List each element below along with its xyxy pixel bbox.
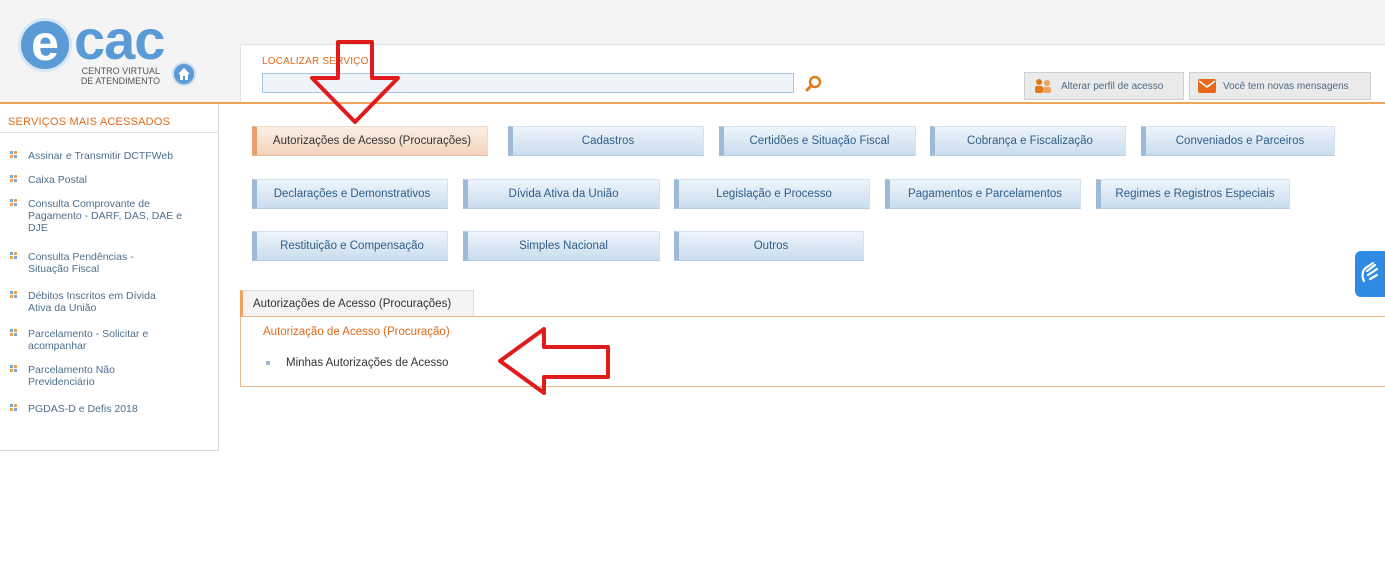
sidebar-item-label: Parcelamento Não Previdenciário <box>28 364 115 388</box>
annotation-arrow-down-icon <box>310 40 400 124</box>
sidebar-item-label: Assinar e Transmitir DCTFWeb <box>28 150 174 162</box>
category-divida-ativa[interactable]: Dívida Ativa da União <box>463 179 660 209</box>
category-cadastros[interactable]: Cadastros <box>508 126 704 156</box>
category-outros[interactable]: Outros <box>674 231 864 261</box>
sidebar-item-label: Consulta Comprovante de Pagamento - DARF… <box>28 198 183 234</box>
change-profile-button[interactable]: Alterar perfil de acesso <box>1024 72 1184 100</box>
category-pagamentos[interactable]: Pagamentos e Parcelamentos <box>885 179 1081 209</box>
sidebar-title: SERVIÇOS MAIS ACESSADOS <box>8 116 171 128</box>
category-certidoes[interactable]: Certidões e Situação Fiscal <box>719 126 916 156</box>
sidebar-item-caixa-postal[interactable]: Caixa Postal <box>10 174 200 186</box>
bullet-icon <box>10 151 20 159</box>
category-regimes[interactable]: Regimes e Registros Especiais <box>1096 179 1290 209</box>
sidebar-item-label: Parcelamento - Solicitar e acompanhar <box>28 328 149 352</box>
tab-autorizacoes[interactable]: Autorizações de Acesso (Procurações) <box>240 290 474 316</box>
logo-subtitle: CENTRO VIRTUAL DE ATENDIMENTO <box>76 66 160 86</box>
sidebar-item-parcelamento[interactable]: Parcelamento - Solicitar e acompanhar <box>10 328 176 352</box>
messages-button[interactable]: Você tem novas mensagens <box>1189 72 1371 100</box>
category-simples-nacional[interactable]: Simples Nacional <box>463 231 660 261</box>
annotation-arrow-left-icon <box>498 327 610 395</box>
category-declaracoes[interactable]: Declarações e Demonstrativos <box>252 179 448 209</box>
logo-subtitle-line2: DE ATENDIMENTO <box>80 76 160 86</box>
link-label: Minhas Autorizações de Acesso <box>286 357 449 369</box>
users-icon <box>1035 79 1051 93</box>
messages-label: Você tem novas mensagens <box>1223 80 1349 92</box>
search-icon[interactable] <box>804 74 824 94</box>
category-restituicao[interactable]: Restituição e Compensação <box>252 231 448 261</box>
sidebar-item-parcelamento-nao-prev[interactable]: Parcelamento Não Previdenciário <box>10 364 150 388</box>
category-cobranca[interactable]: Cobrança e Fiscalização <box>930 126 1126 156</box>
home-icon[interactable] <box>172 62 196 86</box>
sidebar-item-label: PGDAS-D e Defis 2018 <box>28 403 138 415</box>
section-title: Autorização de Acesso (Procuração) <box>263 326 450 338</box>
bullet-icon <box>10 329 20 337</box>
category-legislacao[interactable]: Legislação e Processo <box>674 179 870 209</box>
sidebar-item-divida-ativa[interactable]: Débitos Inscritos em Dívida Ativa da Uni… <box>10 290 176 314</box>
change-profile-label: Alterar perfil de acesso <box>1061 80 1164 92</box>
envelope-icon <box>1198 79 1216 93</box>
sidebar-item-label: Caixa Postal <box>28 174 87 186</box>
bullet-icon <box>10 175 20 183</box>
sidebar-item-pendencias[interactable]: Consulta Pendências - Situação Fiscal <box>10 251 160 275</box>
category-autorizacoes[interactable]: Autorizações de Acesso (Procurações) <box>252 126 488 156</box>
sidebar-item-dctfweb[interactable]: Assinar e Transmitir DCTFWeb <box>10 150 200 162</box>
category-conveniados[interactable]: Conveniados e Parceiros <box>1141 126 1335 156</box>
logo-subtitle-line1: CENTRO VIRTUAL <box>81 66 160 76</box>
sidebar-title-divider <box>0 132 218 133</box>
link-minhas-autorizacoes[interactable]: Minhas Autorizações de Acesso <box>266 357 448 369</box>
bullet-icon <box>10 365 20 373</box>
bullet-icon <box>10 199 20 207</box>
home-glyph <box>178 68 190 80</box>
logo-e-letter: e <box>18 18 72 72</box>
sidebar-item-comprovante[interactable]: Consulta Comprovante de Pagamento - DARF… <box>10 198 186 234</box>
bullet-icon <box>10 291 20 299</box>
bullet-icon <box>10 404 20 412</box>
bullet-icon <box>10 252 20 260</box>
sign-language-icon[interactable] <box>1355 251 1385 297</box>
sidebar-item-label: Débitos Inscritos em Dívida Ativa da Uni… <box>28 290 156 314</box>
bullet-icon <box>266 360 270 365</box>
logo-name: cac <box>74 8 165 71</box>
sidebar-item-pgdas[interactable]: PGDAS-D e Defis 2018 <box>10 403 200 415</box>
sidebar-item-label: Consulta Pendências - Situação Fiscal <box>28 251 134 275</box>
